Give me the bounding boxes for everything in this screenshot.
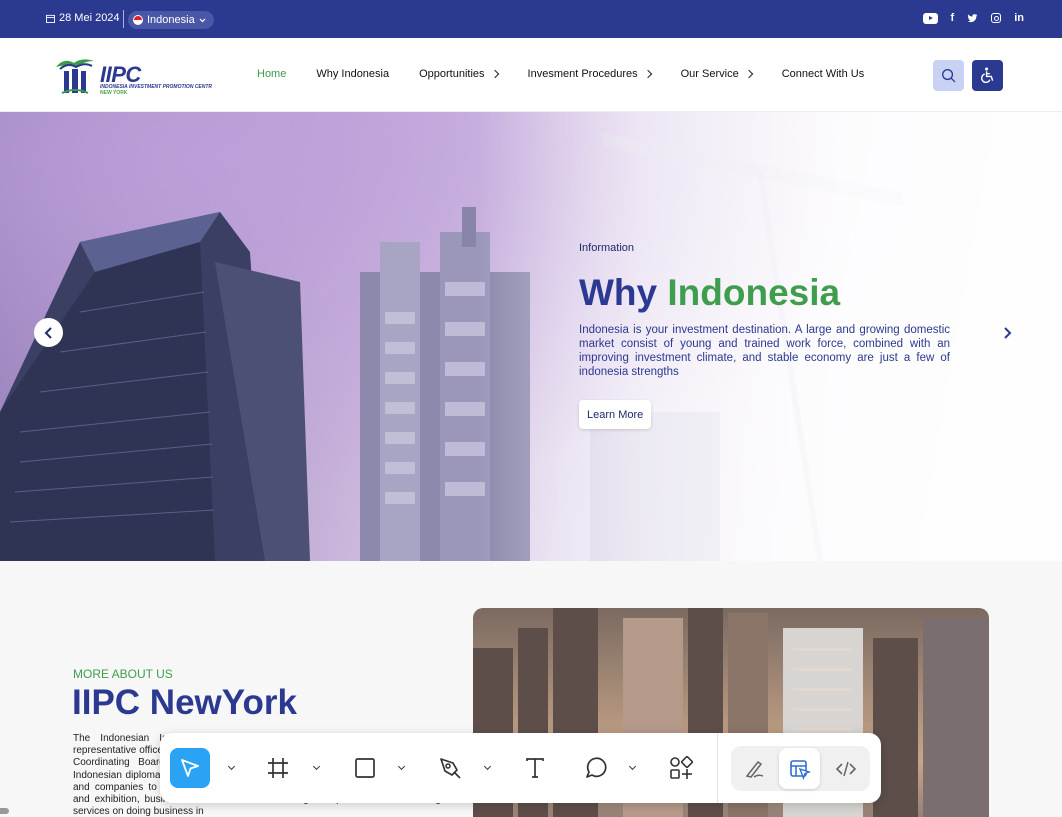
select-tool-dropdown[interactable] <box>226 762 236 773</box>
pencil-scribble-icon <box>745 760 763 778</box>
frame-tool-dropdown[interactable] <box>311 762 321 773</box>
social-links: f in <box>922 12 1024 24</box>
chevron-left-icon <box>44 326 52 339</box>
hero-title: Why Indonesia <box>579 272 840 314</box>
design-toolbar <box>160 733 881 803</box>
pen-tool[interactable] <box>430 748 470 788</box>
text-icon <box>526 758 544 778</box>
linkedin-icon[interactable]: in <box>1014 12 1024 24</box>
dev-mode-button[interactable] <box>825 748 866 789</box>
assets-tool[interactable] <box>661 748 701 788</box>
nav-item-our-service[interactable]: Our Service <box>680 68 753 80</box>
nav-item-connect[interactable]: Connect With Us <box>782 68 865 80</box>
nav-item-label: Connect With Us <box>781 68 865 80</box>
hero-label: Information <box>579 242 635 254</box>
text-tool[interactable] <box>515 748 555 788</box>
language-selector[interactable]: Indonesia <box>128 11 214 29</box>
learn-more-button[interactable]: Learn More <box>579 400 652 429</box>
chevron-down-icon <box>628 762 636 771</box>
rectangle-tool-dropdown[interactable] <box>396 762 406 773</box>
search-button[interactable] <box>933 60 964 91</box>
main-navigation: IIPC INDONESIA INVESTMENT PROMOTION CENT… <box>0 38 1062 112</box>
nav-item-home[interactable]: Home <box>257 68 286 80</box>
pen-nib-icon <box>440 758 461 779</box>
hero-description: Indonesia is your investment destination… <box>579 324 950 378</box>
chevron-down-icon <box>227 762 235 771</box>
chevron-right-icon <box>490 69 499 79</box>
mode-switcher <box>731 746 870 791</box>
nav-item-label: Our Service <box>680 68 739 80</box>
nav-item-investment-procedures[interactable]: Invesment Procedures <box>527 68 652 80</box>
facebook-icon[interactable]: f <box>951 12 955 24</box>
divider <box>123 10 124 28</box>
design-mode-button[interactable] <box>779 748 820 789</box>
youtube-icon[interactable] <box>922 12 938 24</box>
iipc-logo[interactable]: IIPC INDONESIA INVESTMENT PROMOTION CENT… <box>52 55 222 97</box>
about-title: IIPC NewYork <box>72 683 297 722</box>
nav-item-opportunities[interactable]: Opportunities <box>419 68 499 80</box>
frame-icon <box>268 758 288 778</box>
chevron-right-icon <box>1003 327 1011 339</box>
design-cursor-icon <box>789 759 811 780</box>
rectangle-icon <box>355 758 375 778</box>
wheelchair-icon <box>981 67 994 84</box>
scroll-handle[interactable] <box>0 808 9 814</box>
hero-carousel: Information Why Indonesia Indonesia is y… <box>0 112 1062 561</box>
search-icon <box>942 69 956 83</box>
nav-item-why-indonesia[interactable]: Why Indonesia <box>316 68 389 80</box>
toolbar-divider <box>717 733 718 803</box>
hero-title-accent: Indonesia <box>667 272 841 313</box>
chevron-down-icon <box>483 762 491 771</box>
nav-menu: Home Why Indonesia Opportunities Invesme… <box>257 68 894 80</box>
about-subtitle: MORE ABOUT US <box>73 667 173 681</box>
chevron-right-icon <box>744 69 753 79</box>
nav-item-label: Invesment Procedures <box>527 68 638 80</box>
chevron-down-icon <box>312 762 320 771</box>
shapes-plus-icon <box>670 755 694 779</box>
hero-title-main: Why <box>579 272 658 313</box>
rectangle-tool[interactable] <box>345 748 385 788</box>
pen-tool-dropdown[interactable] <box>482 762 492 773</box>
comment-tool-dropdown[interactable] <box>627 762 637 773</box>
nav-item-label: Home <box>257 68 287 80</box>
accessibility-button[interactable] <box>972 60 1003 91</box>
carousel-next-button[interactable] <box>996 322 1018 344</box>
cursor-arrow-icon <box>181 759 199 777</box>
date-display: 28 Mei 2024 <box>46 12 120 24</box>
comment-bubble-icon <box>586 757 607 778</box>
comment-tool[interactable] <box>576 748 616 788</box>
chevron-right-icon <box>643 69 652 79</box>
indonesia-flag-icon <box>133 15 143 25</box>
logo-location: NEW YORK <box>100 90 128 96</box>
twitter-icon[interactable] <box>967 13 978 23</box>
carousel-prev-button[interactable] <box>34 318 63 347</box>
draw-mode-button[interactable] <box>734 748 775 789</box>
chevron-down-icon <box>397 762 405 771</box>
chevron-down-icon <box>199 18 206 22</box>
top-bar: 28 Mei 2024 Indonesia f in <box>0 0 1062 38</box>
code-icon <box>835 761 856 776</box>
date-text: 28 Mei 2024 <box>59 12 120 24</box>
frame-tool[interactable] <box>258 748 298 788</box>
nav-item-label: Opportunities <box>419 68 485 80</box>
instagram-icon[interactable] <box>991 13 1002 23</box>
calendar-icon <box>46 14 55 23</box>
nav-item-label: Why Indonesia <box>316 68 390 80</box>
select-tool[interactable] <box>170 748 210 788</box>
language-label: Indonesia <box>147 14 195 26</box>
logo-mark-icon <box>56 59 94 94</box>
